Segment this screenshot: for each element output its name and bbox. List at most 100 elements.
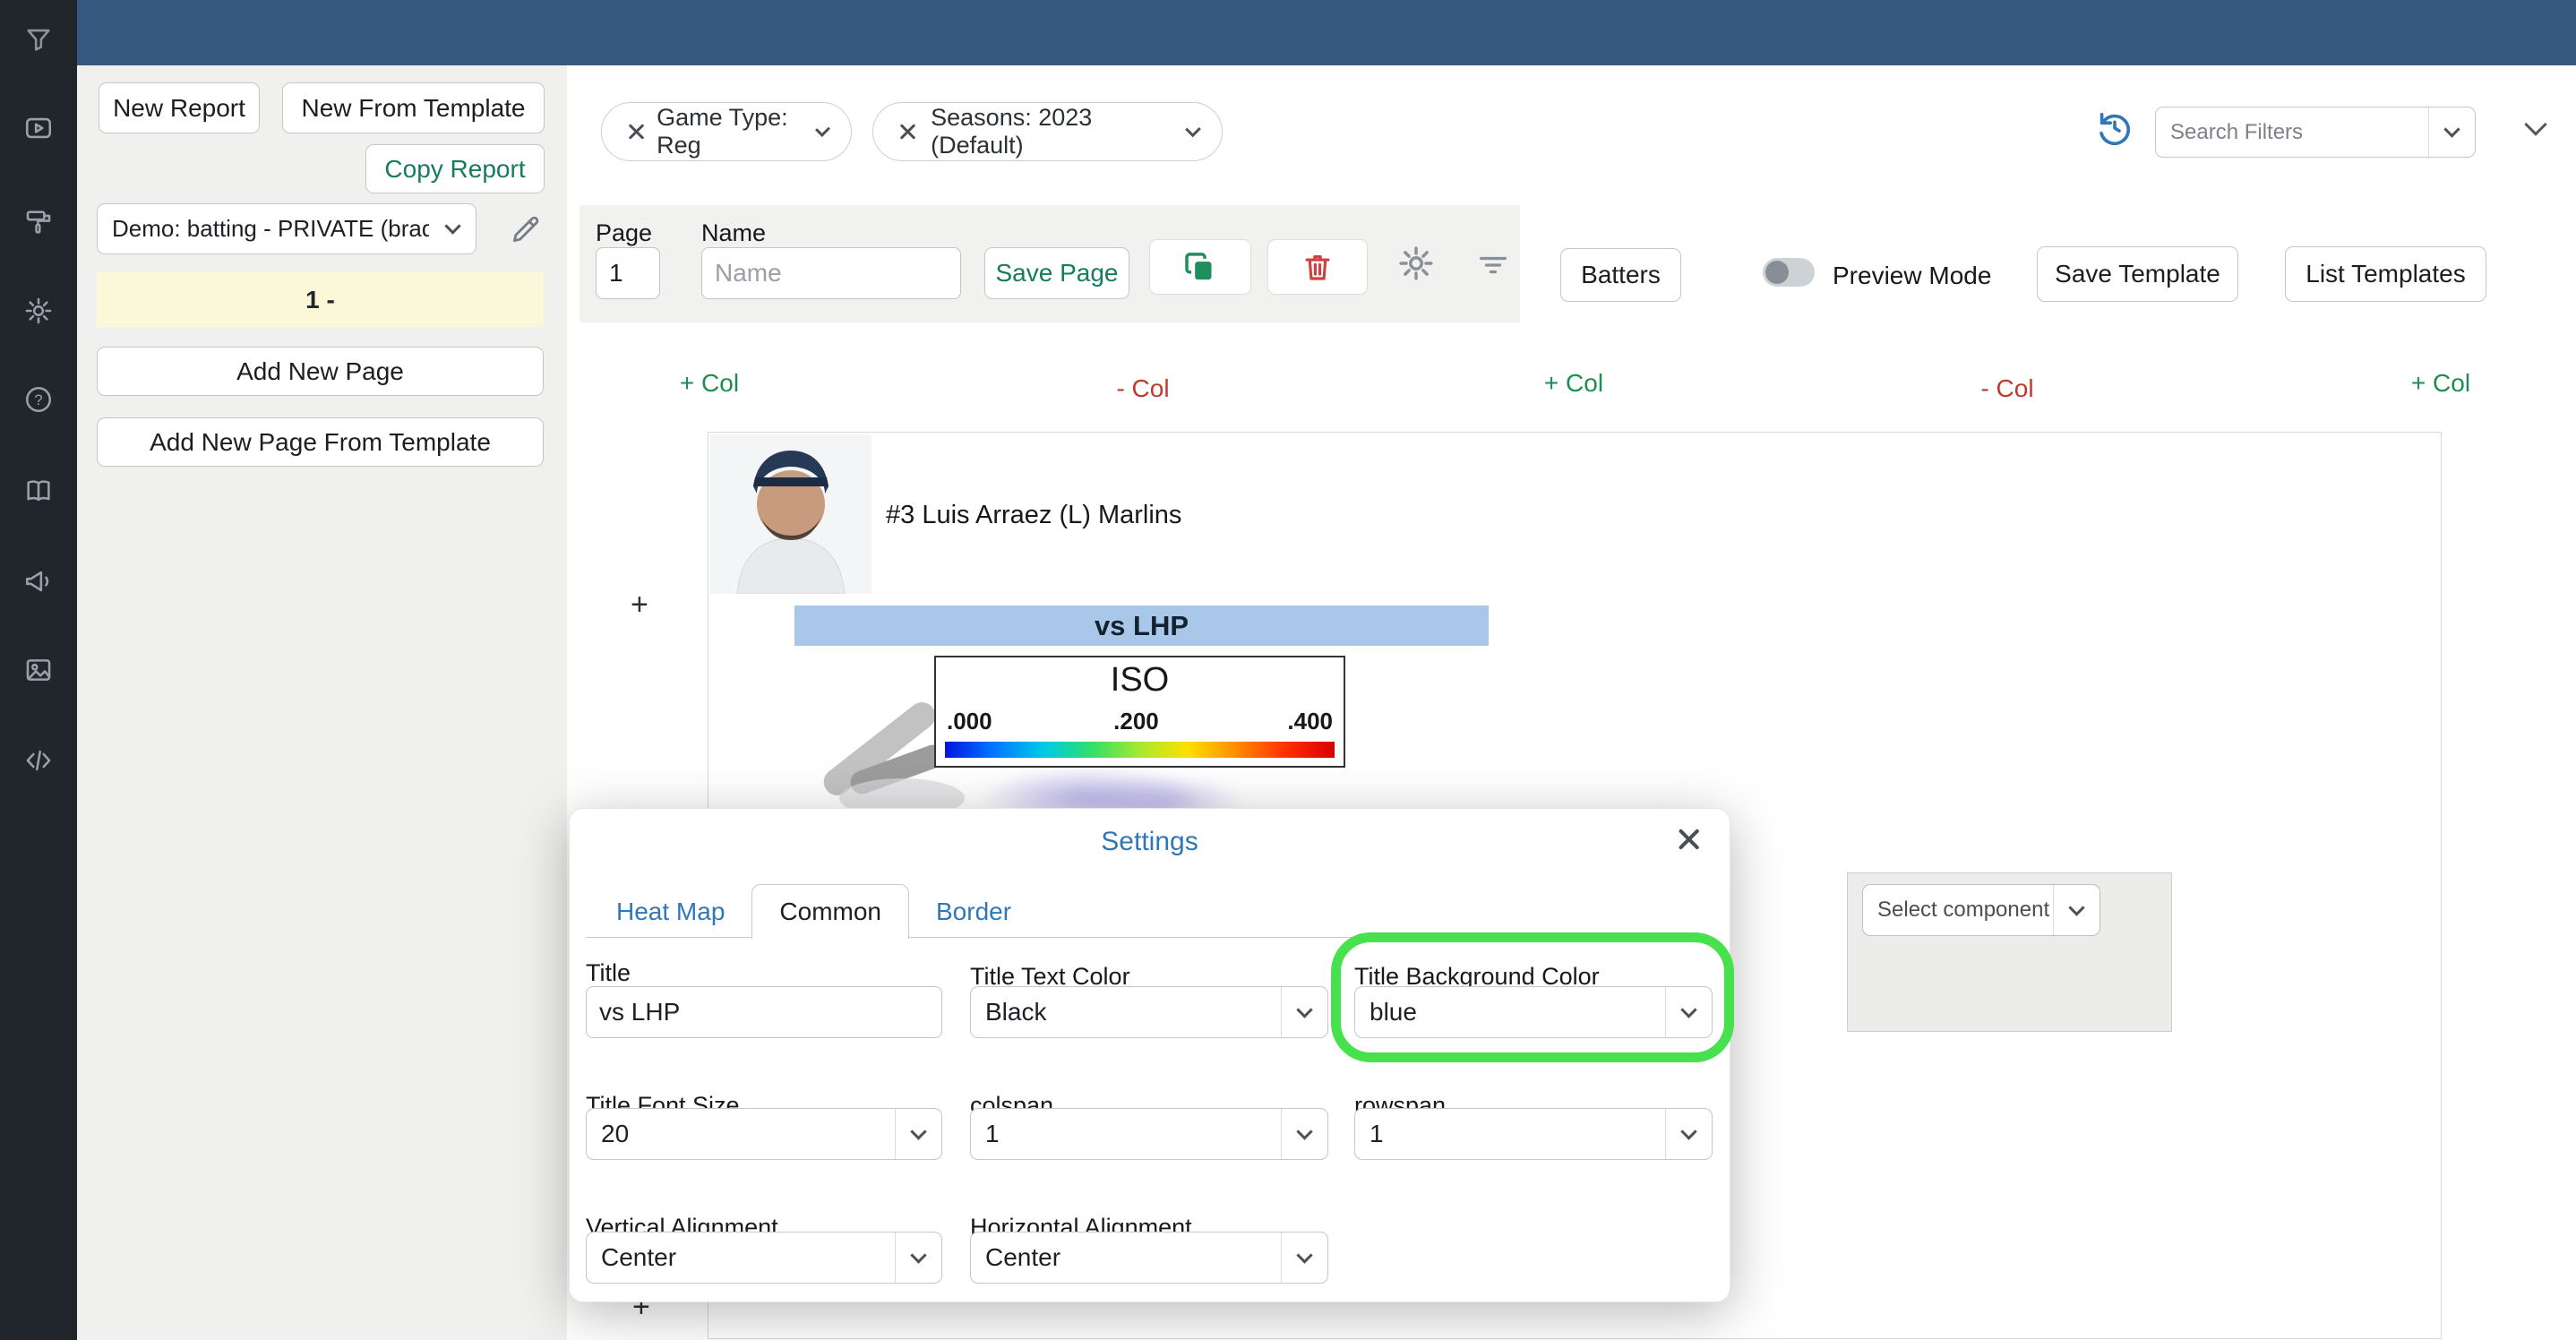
- report-select-value: Demo: batting - PRIVATE (brad...: [112, 215, 429, 242]
- legend-tick: .400: [1287, 708, 1333, 734]
- modal-title: Settings: [1101, 827, 1198, 856]
- colspan-value: 1: [985, 1120, 1000, 1147]
- title-font-size-select[interactable]: 20: [586, 1108, 942, 1160]
- legend-title: ISO: [1110, 661, 1170, 699]
- tab-common[interactable]: Common: [751, 884, 909, 939]
- vertical-alignment-select[interactable]: Center: [586, 1232, 942, 1284]
- title-text-color-select[interactable]: Black: [970, 986, 1328, 1038]
- top-bar: [77, 0, 2576, 65]
- title-text-color-value: Black: [985, 998, 1047, 1026]
- remove-filter-icon[interactable]: [625, 121, 642, 142]
- chevron-down-icon: [1184, 121, 1201, 137]
- svg-text:?: ?: [34, 391, 42, 408]
- page-number-input[interactable]: [596, 247, 660, 299]
- help-icon[interactable]: ?: [23, 384, 54, 415]
- video-icon[interactable]: [23, 113, 54, 143]
- filter-icon[interactable]: [23, 24, 54, 55]
- player-title: #3 Luis Arraez (L) Marlins: [886, 501, 1182, 529]
- player-photo: [710, 434, 872, 594]
- edit-pencil-icon[interactable]: [509, 212, 543, 246]
- remove-filter-icon[interactable]: [897, 121, 916, 142]
- collapse-filters-chevron-icon[interactable]: [2524, 113, 2547, 136]
- chevron-down-icon: [895, 1233, 941, 1283]
- copy-report-button[interactable]: Copy Report: [365, 144, 545, 193]
- chevron-down-icon: [1665, 1109, 1712, 1159]
- title-background-color-select[interactable]: blue: [1354, 986, 1713, 1038]
- report-panel: New Report New From Template Copy Report…: [77, 65, 567, 1340]
- preview-mode-label: Preview Mode: [1833, 262, 1992, 289]
- page-name-input[interactable]: [701, 247, 961, 299]
- horizontal-alignment-select[interactable]: Center: [970, 1232, 1328, 1284]
- title-field-label: Title: [586, 959, 631, 986]
- legend-tick: .200: [1113, 708, 1159, 734]
- search-filters-placeholder: Search Filters: [2170, 119, 2304, 144]
- rowspan-select[interactable]: 1: [1354, 1108, 1713, 1160]
- section-header[interactable]: vs LHP: [794, 606, 1489, 646]
- list-templates-button[interactable]: List Templates: [2285, 246, 2486, 302]
- component-picker-box: Select component: [1847, 872, 2172, 1032]
- save-template-button[interactable]: Save Template: [2037, 246, 2238, 302]
- chevron-down-icon: [2428, 107, 2475, 157]
- page-row[interactable]: 1 -: [97, 272, 544, 327]
- legend-tick: .000: [947, 708, 992, 734]
- colspan-select[interactable]: 1: [970, 1108, 1328, 1160]
- page-toolbar: Page Name Save Page: [580, 205, 1520, 322]
- paint-roller-icon[interactable]: [23, 207, 54, 237]
- image-icon[interactable]: [23, 655, 54, 685]
- page-settings-gear-icon[interactable]: [1396, 244, 1436, 283]
- add-column-button[interactable]: + Col: [680, 369, 739, 398]
- title-font-size-value: 20: [601, 1120, 630, 1147]
- filter-history-icon[interactable]: [2094, 107, 2135, 149]
- delete-page-button[interactable]: [1267, 239, 1368, 295]
- add-column-button[interactable]: + Col: [2411, 369, 2470, 398]
- remove-column-button[interactable]: - Col: [1980, 374, 2033, 403]
- title-background-color-value: blue: [1370, 998, 1417, 1026]
- book-icon[interactable]: [23, 476, 54, 506]
- chevron-down-icon: [429, 204, 476, 253]
- filter-chip-label: Game Type: Reg: [657, 104, 788, 159]
- gear-icon[interactable]: [23, 296, 54, 326]
- tab-border[interactable]: Border: [909, 885, 1038, 939]
- add-column-button[interactable]: + Col: [1544, 369, 1603, 398]
- add-cell-button[interactable]: +: [631, 588, 648, 623]
- add-new-page-from-template-button[interactable]: Add New Page From Template: [97, 417, 544, 467]
- filter-list-icon[interactable]: [1475, 247, 1511, 283]
- legend-gradient-bar: [945, 742, 1335, 758]
- tab-heat-map[interactable]: Heat Map: [589, 885, 751, 939]
- remove-column-button[interactable]: - Col: [1116, 374, 1169, 403]
- component-select[interactable]: Select component: [1862, 884, 2100, 936]
- search-filters-select[interactable]: Search Filters: [2155, 107, 2476, 158]
- close-icon[interactable]: [1674, 825, 1703, 854]
- trash-icon: [1305, 255, 1330, 280]
- duplicate-page-button[interactable]: [1149, 239, 1251, 295]
- preview-mode-toggle[interactable]: [1763, 258, 1815, 287]
- filter-chip-game-type[interactable]: Game Type: Reg: [601, 102, 852, 161]
- title-input[interactable]: [586, 986, 942, 1038]
- name-label: Name: [701, 219, 767, 246]
- save-page-button[interactable]: Save Page: [984, 247, 1129, 299]
- toggle-knob: [1765, 261, 1789, 284]
- icon-sidebar: ?: [0, 0, 77, 1340]
- batters-button[interactable]: Batters: [1560, 248, 1681, 302]
- code-icon[interactable]: [23, 745, 54, 776]
- chevron-down-icon: [1281, 1109, 1327, 1159]
- new-from-template-button[interactable]: New From Template: [282, 82, 545, 133]
- page-label: Page: [596, 219, 653, 246]
- chevron-down-icon: [1665, 987, 1712, 1037]
- component-select-value: Select component: [1877, 898, 2050, 922]
- new-report-button[interactable]: New Report: [99, 82, 260, 133]
- chevron-down-icon: [1281, 987, 1327, 1037]
- add-new-page-button[interactable]: Add New Page: [97, 347, 544, 396]
- horizontal-alignment-value: Center: [985, 1243, 1061, 1271]
- copy-icon: [1185, 253, 1212, 280]
- chevron-down-icon: [2053, 885, 2099, 935]
- rowspan-value: 1: [1370, 1120, 1384, 1147]
- megaphone-icon[interactable]: [23, 566, 54, 597]
- chevron-down-icon: [815, 121, 830, 137]
- iso-legend: ISO .000 .200 .400: [934, 656, 1345, 768]
- vertical-alignment-value: Center: [601, 1243, 677, 1271]
- filter-chip-seasons[interactable]: Seasons: 2023 (Default): [872, 102, 1223, 161]
- filter-chip-label: Seasons: 2023 (Default): [931, 104, 1093, 159]
- report-select[interactable]: Demo: batting - PRIVATE (brad...: [97, 203, 477, 254]
- chevron-down-icon: [895, 1109, 941, 1159]
